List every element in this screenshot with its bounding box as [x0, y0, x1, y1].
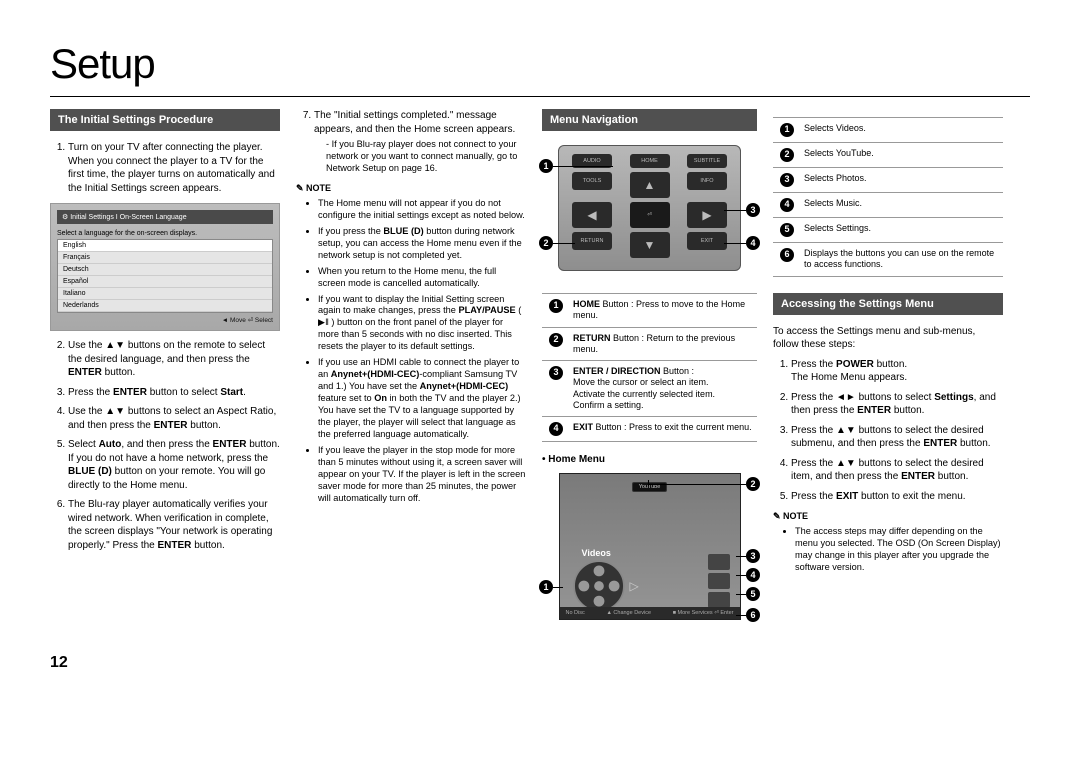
- hm-callout-3: 3: [746, 549, 760, 563]
- lang-deutsch: Deutsch: [58, 264, 272, 276]
- step-2: Use the ▲▼ buttons on the remote to sele…: [68, 339, 280, 380]
- lang-nederlands: Nederlands: [58, 300, 272, 312]
- note-bullet-2: If you press the BLUE (D) button during …: [318, 226, 526, 262]
- remote-num-4: 4: [549, 422, 563, 436]
- column-1: The Initial Settings Procedure Turn on y…: [50, 109, 280, 624]
- remote-info: INFO: [687, 172, 727, 190]
- remote-subtitle: SUBTITLE: [687, 154, 727, 168]
- remote-table-row-4: 4EXIT Button : Press to exit the current…: [542, 417, 757, 442]
- title-rule: [50, 96, 1030, 97]
- step-7: The "Initial settings completed." messag…: [314, 109, 526, 175]
- film-reel-icon: [572, 559, 626, 613]
- home-menu-label: Home Menu: [542, 454, 757, 465]
- step-6: The Blu-ray player automatically verifie…: [68, 498, 280, 552]
- column-4: 1Selects Videos. 2Selects YouTube. 3Sele…: [773, 109, 1003, 624]
- note-bullet-1: The Home menu will not appear if you do …: [318, 198, 526, 222]
- remote-num-3: 3: [549, 366, 563, 380]
- access-step-5: Press the EXIT button to exit the menu.: [791, 490, 1003, 504]
- note-label-1: NOTE: [296, 183, 526, 194]
- callout-2: 2: [539, 236, 553, 250]
- note-label-2: NOTE: [773, 511, 1003, 522]
- lang-box-title: Initial Settings I On-Screen Language: [57, 210, 273, 224]
- page-title: Setup: [50, 40, 1030, 88]
- initial-steps-cont: Use the ▲▼ buttons on the remote to sele…: [50, 339, 280, 552]
- column-2: The "Initial settings completed." messag…: [296, 109, 526, 624]
- hm-callout-5: 5: [746, 587, 760, 601]
- step-5: Select Auto, and then press the ENTER bu…: [68, 438, 280, 492]
- callout-4: 4: [746, 236, 760, 250]
- videos-label: Videos: [582, 548, 611, 558]
- section-accessing: Accessing the Settings Menu: [773, 293, 1003, 315]
- access-step-4: Press the ▲▼ buttons to select the desir…: [791, 457, 1003, 484]
- selects-row-6: 6Displays the buttons you can use on the…: [773, 243, 1003, 277]
- col4-note-bullets: The access steps may differ depending on…: [781, 526, 1003, 574]
- hm-tile-1: [708, 554, 730, 570]
- column-3: Menu Navigation AUDIO HOME SUBTITLE TOOL…: [542, 109, 757, 624]
- remote-control-diagram: AUDIO HOME SUBTITLE TOOLS ▲ INFO ◀ ⏎ ▶ R…: [558, 145, 741, 271]
- remote-enter-button: ⏎: [630, 202, 670, 228]
- home-menu-footer: No Disc ▲ Change Device ■ More Services …: [560, 607, 740, 619]
- lang-italiano: Italiano: [58, 288, 272, 300]
- hm-callout-4: 4: [746, 568, 760, 582]
- remote-callout-table: 1HOME Button : Press to move to the Home…: [542, 293, 757, 442]
- remote-num-1: 1: [549, 299, 563, 313]
- access-step-2: Press the ◄► buttons to select Settings,…: [791, 391, 1003, 418]
- lang-box-footer: ◄ Move ⏎ Select: [57, 313, 273, 324]
- selects-row-4: 4Selects Music.: [773, 193, 1003, 218]
- lang-espanol: Español: [58, 276, 272, 288]
- remote-num-2: 2: [549, 333, 563, 347]
- remote-right-arrow-icon: ▶: [687, 202, 727, 228]
- remote-up-arrow-icon: ▲: [630, 172, 670, 198]
- remote-down-arrow-icon: ▼: [630, 232, 670, 258]
- step-4: Use the ▲▼ buttons to select an Aspect R…: [68, 405, 280, 432]
- remote-table-row-1: 1HOME Button : Press to move to the Home…: [542, 294, 757, 328]
- initial-steps: Turn on your TV after connecting the pla…: [50, 141, 280, 195]
- accessing-intro: To access the Settings menu and sub-menu…: [773, 325, 1003, 352]
- note-bullets: The Home menu will not appear if you do …: [304, 198, 526, 505]
- remote-tools: TOOLS: [572, 172, 612, 190]
- page-number: 12: [50, 654, 1030, 672]
- col4-note-bullet: The access steps may differ depending on…: [795, 526, 1003, 574]
- language-list: English Français Deutsch Español Italian…: [57, 239, 273, 313]
- hm-tile-3: [708, 592, 730, 608]
- hm-callout-1: 1: [539, 580, 553, 594]
- initial-settings-screenshot: Initial Settings I On-Screen Language Se…: [50, 203, 280, 331]
- selects-row-1: 1Selects Videos.: [773, 118, 1003, 143]
- main-columns: The Initial Settings Procedure Turn on y…: [50, 109, 1030, 624]
- selects-row-2: 2Selects YouTube.: [773, 143, 1003, 168]
- note-bullet-5: If you use an HDMI cable to connect the …: [318, 357, 526, 441]
- hm-tile-2: [708, 573, 730, 589]
- hm-callout-2: 2: [746, 477, 760, 491]
- remote-left-arrow-icon: ◀: [572, 202, 612, 228]
- note-bullet-6: If you leave the player in the stop mode…: [318, 445, 526, 505]
- selects-row-3: 3Selects Photos.: [773, 168, 1003, 193]
- callout-1: 1: [539, 159, 553, 173]
- section-initial-settings: The Initial Settings Procedure: [50, 109, 280, 131]
- remote-table-row-3: 3ENTER / DIRECTION Button : Move the cur…: [542, 361, 757, 417]
- step-3: Press the ENTER button to select Start.: [68, 386, 280, 400]
- callout-3: 3: [746, 203, 760, 217]
- step-7-list: The "Initial settings completed." messag…: [296, 109, 526, 175]
- step-7-sub: - If you Blu-ray player does not connect…: [326, 139, 526, 175]
- access-step-1: Press the POWER button. The Home Menu ap…: [791, 358, 1003, 385]
- lang-english: English: [58, 240, 272, 252]
- nav-right-icon: ▷: [630, 579, 639, 593]
- remote-table-row-2: 2RETURN Button : Return to the previous …: [542, 327, 757, 361]
- remote-return: RETURN: [572, 232, 612, 250]
- step-1: Turn on your TV after connecting the pla…: [68, 141, 280, 195]
- access-step-3: Press the ▲▼ buttons to select the desir…: [791, 424, 1003, 451]
- remote-exit: EXIT: [687, 232, 727, 250]
- selects-table: 1Selects Videos. 2Selects YouTube. 3Sele…: [773, 117, 1003, 277]
- remote-home: HOME: [630, 154, 670, 168]
- note-bullet-3: When you return to the Home menu, the fu…: [318, 266, 526, 290]
- section-menu-navigation: Menu Navigation: [542, 109, 757, 131]
- home-menu-screenshot: YouTube Videos ▷ No Disc ▲ Change Device: [559, 473, 741, 620]
- lang-box-caption: Select a language for the on-screen disp…: [57, 228, 273, 239]
- accessing-steps: Press the POWER button. The Home Menu ap…: [773, 358, 1003, 504]
- note-bullet-4: If you want to display the Initial Setti…: [318, 294, 526, 354]
- hm-callout-6: 6: [746, 608, 760, 622]
- selects-row-5: 5Selects Settings.: [773, 218, 1003, 243]
- lang-francais: Français: [58, 252, 272, 264]
